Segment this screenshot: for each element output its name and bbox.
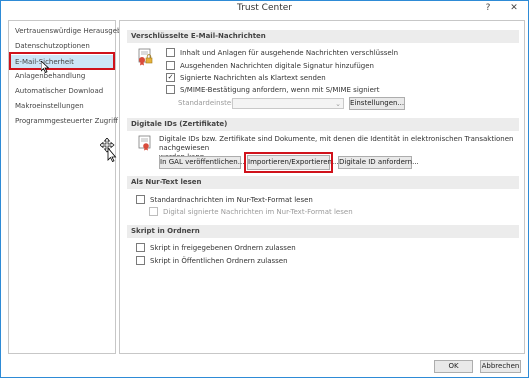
settings-button[interactable]: Einstellungen... [349, 97, 405, 110]
main-panel: Verschlüsselte E-Mail-Nachrichten Inhalt… [119, 20, 525, 354]
label-smime-receipt: S/MIME-Bestätigung anfordern, wenn mit S… [180, 86, 380, 94]
option-script-public-folders[interactable]: Skript in Öffentlichen Ordnern zulassen [136, 255, 288, 266]
cancel-button[interactable]: Abbrechen [480, 360, 521, 373]
section-header-plain-text: Als Nur-Text lesen [127, 176, 519, 189]
checkbox-script-public-folders[interactable] [136, 255, 145, 265]
label-read-signed-plain-text: Digital signierte Nachrichten im Nur-Tex… [163, 208, 353, 216]
option-add-signature[interactable]: Ausgehenden Nachrichten digitale Signatu… [166, 60, 374, 71]
label-read-plain-text: Standardnachrichten im Nur-Text-Format l… [150, 196, 313, 204]
sidebar-item-trusted-publishers[interactable]: Vertrauenswürdige Herausgeber [10, 24, 129, 38]
sidebar-item-privacy-options[interactable]: Datenschutzoptionen [10, 39, 114, 53]
certificate-icon [138, 135, 151, 151]
option-read-signed-plain-text[interactable]: Digital signierte Nachrichten im Nur-Tex… [149, 206, 353, 217]
import-export-highlight [244, 152, 333, 173]
ok-button[interactable]: OK [434, 360, 473, 373]
checkbox-send-clear-text[interactable]: ✓ [166, 72, 175, 82]
default-setting-dropdown[interactable]: ⌄ [232, 98, 344, 109]
close-icon[interactable]: ✕ [503, 1, 525, 16]
section-header-script-folders: Skript in Ordnern [127, 225, 519, 238]
label-send-clear-text: Signierte Nachrichten als Klartext sende… [180, 74, 326, 82]
checkbox-read-plain-text[interactable] [136, 194, 145, 204]
title-bar: Trust Center ? ✕ [1, 1, 528, 18]
option-read-plain-text[interactable]: Standardnachrichten im Nur-Text-Format l… [136, 194, 313, 205]
chevron-down-icon: ⌄ [335, 100, 341, 108]
window-title: Trust Center [237, 3, 292, 13]
email-security-highlight [9, 52, 115, 70]
move-cursor-icon [100, 138, 117, 162]
label-script-shared-folders: Skript in freigegebenen Ordnern zulassen [150, 244, 296, 252]
request-digital-id-button[interactable]: Digitale ID anfordern... [338, 156, 419, 169]
checkbox-script-shared-folders[interactable] [136, 242, 145, 252]
checkbox-read-signed-plain-text[interactable] [149, 206, 158, 216]
certificate-lock-icon [138, 48, 153, 66]
label-script-public-folders: Skript in Öffentlichen Ordnern zulassen [150, 257, 288, 265]
section-header-encrypted-email: Verschlüsselte E-Mail-Nachrichten [127, 30, 519, 43]
label-encrypt-content: Inhalt und Anlagen für ausgehende Nachri… [180, 49, 399, 57]
option-script-shared-folders[interactable]: Skript in freigegebenen Ordnern zulassen [136, 242, 296, 253]
sidebar-item-programmatic-access[interactable]: Programmgesteuerter Zugriff [10, 114, 118, 128]
pointer-cursor-icon [41, 61, 49, 73]
publish-to-gal-button[interactable]: In GAL veröffentlichen... [159, 156, 244, 169]
help-icon[interactable]: ? [477, 1, 499, 16]
trust-center-window: Trust Center ? ✕ Vertrauenswürdige Herau… [0, 0, 529, 378]
sidebar: Vertrauenswürdige Herausgeber Datenschut… [8, 20, 129, 354]
sidebar-item-attachment-handling[interactable]: Anlagenbehandlung [10, 69, 114, 83]
option-send-clear-text[interactable]: ✓ Signierte Nachrichten als Klartext send… [166, 72, 326, 83]
section-header-digital-ids: Digitale IDs (Zertifikate) [127, 118, 519, 131]
digital-ids-description-line1: Digitale IDs bzw. Zertifikate sind Dokum… [159, 135, 514, 152]
checkbox-encrypt-content[interactable] [166, 47, 175, 57]
sidebar-item-automatic-download[interactable]: Automatischer Download [10, 84, 114, 98]
label-add-signature: Ausgehenden Nachrichten digitale Signatu… [180, 62, 374, 70]
sidebar-item-macro-settings[interactable]: Makroeinstellungen [10, 99, 114, 113]
option-smime-receipt[interactable]: S/MIME-Bestätigung anfordern, wenn mit S… [166, 84, 380, 95]
option-encrypt-content[interactable]: Inhalt und Anlagen für ausgehende Nachri… [166, 47, 399, 58]
checkbox-smime-receipt[interactable] [166, 84, 175, 94]
checkbox-add-signature[interactable] [166, 60, 175, 70]
